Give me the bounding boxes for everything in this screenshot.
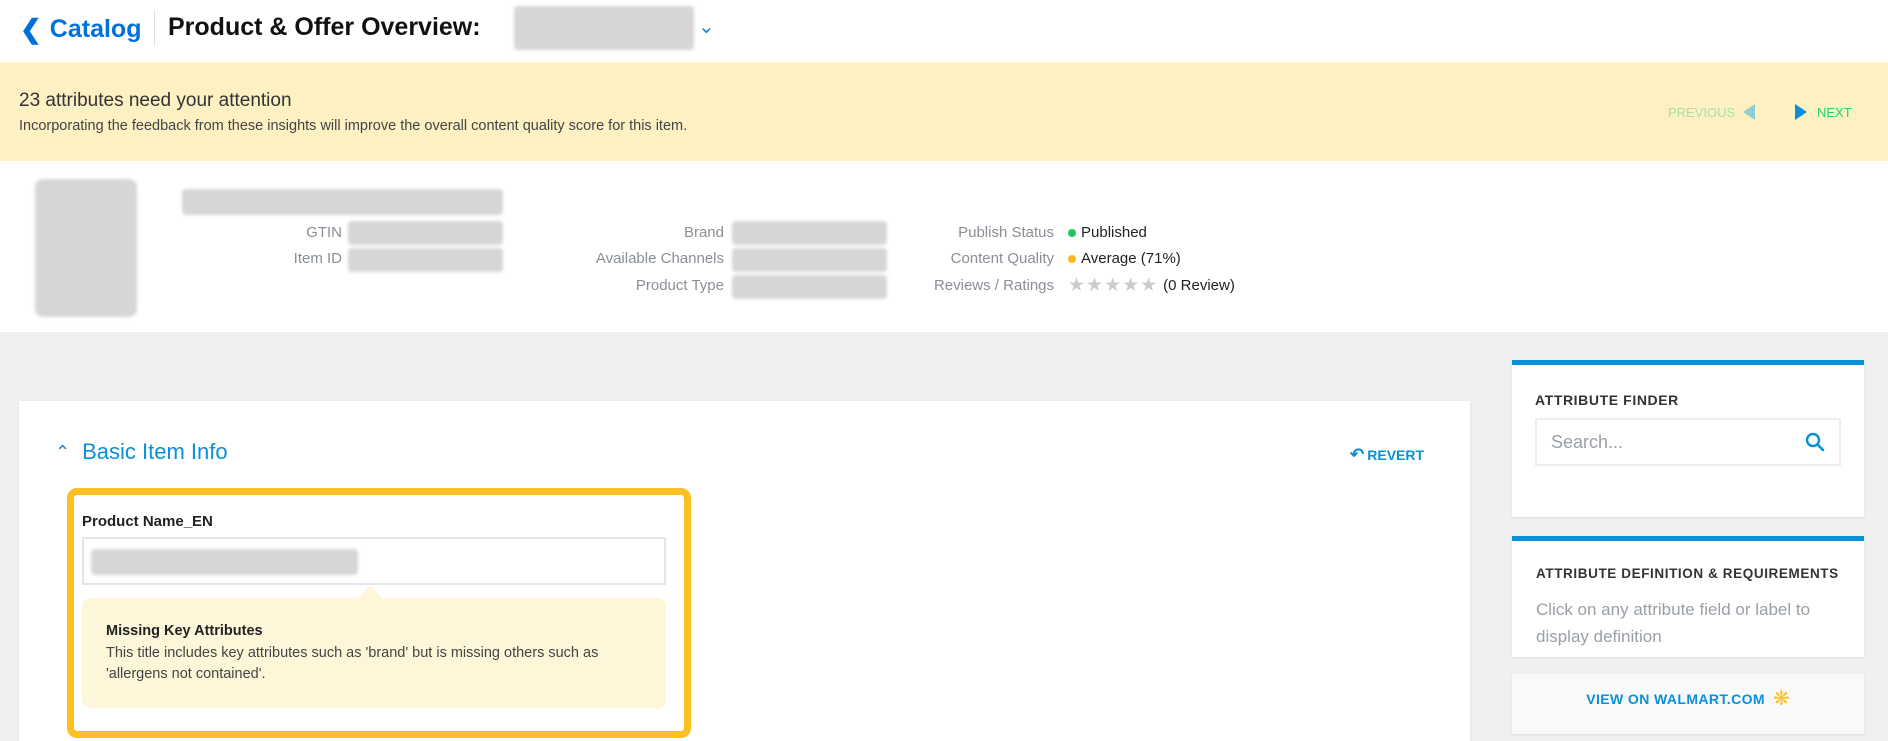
item-id-label: Item ID: [293, 250, 342, 267]
banner-title: 23 attributes need your attention: [19, 90, 292, 111]
product-type-label: Product Type: [635, 277, 724, 294]
view-on-walmart-link[interactable]: VIEW ON WALMART.COM ❋: [1512, 674, 1864, 734]
header: ❮ Catalog Product & Offer Overview: ⌄: [0, 0, 1888, 62]
publish-status-label: Publish Status: [958, 224, 1054, 241]
divider: [154, 10, 155, 46]
product-dropdown-chevron-icon[interactable]: ⌄: [698, 14, 715, 39]
definition-text: Click on any attribute field or label to…: [1536, 600, 1811, 646]
missing-attributes-tooltip: Missing Key Attributes This title includ…: [82, 598, 666, 708]
star-rating-icon: ★★★★★: [1068, 275, 1159, 296]
gtin-label: GTIN: [306, 224, 342, 241]
product-summary: GTIN Item ID Brand Available Channels Pr…: [0, 161, 1888, 332]
triangle-left-icon: [1743, 104, 1756, 120]
highlighted-field: Product Name_EN Missing Key Attributes T…: [67, 488, 691, 738]
attribute-search-input[interactable]: Search...: [1535, 418, 1841, 466]
product-image: [35, 179, 137, 317]
revert-button[interactable]: ↶ REVERT: [1350, 445, 1424, 465]
attribute-finder-card: ATTRIBUTE FINDER Search...: [1512, 360, 1864, 517]
basic-item-info-card: ⌃ Basic Item Info ↶ REVERT Product Name_…: [19, 401, 1470, 741]
content-quality: Average (71%): [1068, 250, 1181, 267]
product-title-redacted: [182, 189, 503, 215]
tooltip-title: Missing Key Attributes: [106, 623, 263, 639]
attribute-definition-card: ATTRIBUTE DEFINITION & REQUIREMENTS Clic…: [1512, 536, 1864, 657]
brand-value: [732, 221, 887, 245]
back-to-catalog-link[interactable]: ❮ Catalog: [20, 10, 141, 48]
reviews: ★★★★★ (0 Review): [1068, 275, 1235, 296]
undo-icon: ↶: [1350, 445, 1365, 464]
next-button[interactable]: NEXT: [1795, 104, 1852, 120]
chevron-left-icon: ❮: [20, 13, 42, 44]
definition-title: ATTRIBUTE DEFINITION & REQUIREMENTS: [1536, 566, 1839, 581]
tooltip-text: This title includes key attributes such …: [106, 645, 599, 682]
search-icon[interactable]: [1805, 432, 1825, 452]
field-label: Product Name_EN: [82, 513, 213, 530]
product-name-input[interactable]: [82, 537, 666, 585]
content-quality-label: Content Quality: [950, 250, 1054, 267]
reviews-label: Reviews / Ratings: [933, 277, 1054, 294]
status-dot-icon: [1068, 228, 1076, 237]
section-toggle[interactable]: ⌃ Basic Item Info: [55, 439, 228, 465]
product-name-redacted: [514, 6, 694, 50]
banner-subtitle: Incorporating the feedback from these in…: [19, 118, 688, 134]
gtin-value: [348, 221, 503, 245]
page-title: Product & Offer Overview:: [168, 13, 481, 41]
publish-status: Published: [1068, 224, 1147, 241]
finder-title: ATTRIBUTE FINDER: [1535, 392, 1679, 408]
brand-label: Brand: [683, 224, 724, 241]
previous-button[interactable]: PREVIOUS: [1668, 104, 1756, 120]
channels-label: Available Channels: [595, 250, 724, 267]
chevron-up-icon: ⌃: [55, 441, 71, 462]
quality-dot-icon: [1068, 254, 1076, 263]
channels-value: [732, 248, 887, 272]
product-name-value: [91, 549, 358, 575]
triangle-right-icon: [1795, 104, 1807, 120]
item-id-value: [348, 248, 503, 272]
product-type-value: [732, 275, 887, 299]
attention-banner: 23 attributes need your attention Incorp…: [0, 62, 1888, 161]
